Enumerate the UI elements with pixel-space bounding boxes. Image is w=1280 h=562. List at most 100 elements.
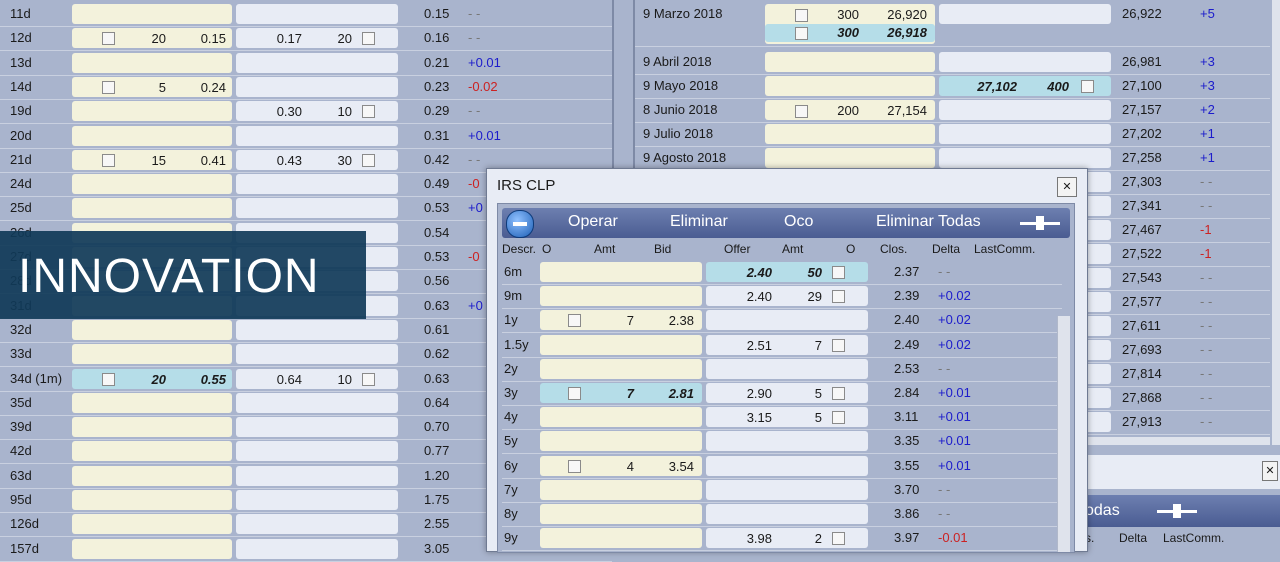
offer-cell[interactable] <box>236 441 398 462</box>
offer-cell[interactable] <box>939 100 1111 120</box>
offer-cell[interactable] <box>706 479 868 500</box>
bid-cell[interactable] <box>540 334 702 355</box>
bid-cell-highlight[interactable]: 300 26,918 <box>765 24 935 42</box>
bid-cell[interactable] <box>72 101 232 122</box>
eliminar-todas-button[interactable]: odas <box>1085 502 1120 520</box>
offer-cell[interactable] <box>236 417 398 438</box>
offer-cell[interactable] <box>706 504 868 524</box>
close-icon[interactable]: ✕ <box>1057 177 1077 197</box>
bid-cell[interactable] <box>540 407 702 428</box>
bid-cell[interactable] <box>72 319 232 340</box>
bid-cell[interactable]: 4 3.54 <box>540 455 702 476</box>
bid-cell[interactable]: 300 26,920 300 26,918 <box>765 4 935 44</box>
eliminar-todas-button[interactable]: Eliminar Todas <box>876 213 981 231</box>
checkbox[interactable] <box>1081 80 1094 93</box>
offer-cell[interactable] <box>939 124 1111 144</box>
bid-cell[interactable] <box>765 52 935 72</box>
offer-cell[interactable] <box>236 174 398 195</box>
offer-cell[interactable]: 0.43 30 <box>236 149 398 170</box>
offer-cell[interactable]: 0.64 10 <box>236 368 398 389</box>
bid-cell[interactable] <box>72 4 232 24</box>
checkbox[interactable] <box>832 532 845 546</box>
checkbox[interactable] <box>832 411 845 425</box>
offer-cell[interactable] <box>236 319 398 340</box>
bid-cell[interactable] <box>540 431 702 452</box>
bid-cell[interactable] <box>72 465 232 486</box>
offer-cell[interactable] <box>236 490 398 510</box>
bid-cell[interactable] <box>72 52 232 73</box>
bid-cell[interactable]: 7 2.38 <box>540 310 702 331</box>
checkbox[interactable] <box>568 387 581 400</box>
checkbox[interactable] <box>102 153 115 167</box>
offer-cell[interactable] <box>236 4 398 24</box>
bid-cell[interactable] <box>72 417 232 438</box>
offer-cell[interactable] <box>236 76 398 97</box>
checkbox[interactable] <box>568 314 581 328</box>
bid-cell[interactable] <box>72 125 232 146</box>
bid-cell[interactable] <box>72 441 232 462</box>
bid-cell[interactable] <box>765 124 935 144</box>
minus-icon[interactable] <box>506 210 534 238</box>
offer-cell[interactable] <box>939 4 1111 24</box>
eliminar-button[interactable]: Eliminar <box>670 213 728 231</box>
offer-cell[interactable] <box>236 198 398 219</box>
oco-button[interactable]: Oco <box>784 213 813 231</box>
bid-cell[interactable]: 20 0.55 <box>72 368 232 389</box>
bid-cell[interactable] <box>540 479 702 500</box>
bid-cell[interactable] <box>72 392 232 413</box>
bid-cell[interactable] <box>540 528 702 549</box>
bid-cell[interactable] <box>72 344 232 365</box>
bid-cell[interactable]: 20 0.15 <box>72 28 232 49</box>
bid-cell[interactable] <box>540 262 702 282</box>
checkbox[interactable] <box>102 80 115 94</box>
checkbox[interactable] <box>568 459 581 473</box>
offer-cell[interactable] <box>706 431 868 452</box>
checkbox[interactable] <box>795 105 808 118</box>
checkbox[interactable] <box>102 372 115 386</box>
bid-cell[interactable] <box>72 490 232 510</box>
offer-cell[interactable] <box>236 392 398 413</box>
checkbox[interactable] <box>795 27 808 40</box>
offer-cell[interactable]: 2.40 29 <box>706 286 868 307</box>
bid-cell[interactable] <box>540 358 702 379</box>
bid-cell[interactable] <box>540 286 702 307</box>
bid-cell[interactable] <box>72 538 232 559</box>
offer-cell[interactable]: 3.15 5 <box>706 407 868 428</box>
vertical-scrollbar[interactable] <box>1057 316 1070 552</box>
close-icon[interactable]: ✕ <box>1262 461 1278 481</box>
vertical-scrollbar[interactable] <box>1272 0 1280 445</box>
offer-cell[interactable] <box>236 52 398 73</box>
slider-icon[interactable] <box>1157 504 1197 518</box>
offer-cell[interactable]: 2.51 7 <box>706 334 868 355</box>
checkbox[interactable] <box>832 338 845 352</box>
operar-button[interactable]: Operar <box>568 213 618 231</box>
offer-cell[interactable] <box>236 125 398 146</box>
bid-cell[interactable] <box>72 174 232 195</box>
offer-cell[interactable] <box>939 148 1111 168</box>
slider-icon[interactable] <box>1020 216 1060 230</box>
checkbox[interactable] <box>832 266 845 279</box>
bid-cell[interactable]: 15 0.41 <box>72 149 232 170</box>
bid-cell[interactable] <box>765 76 935 96</box>
offer-cell[interactable] <box>236 514 398 535</box>
checkbox[interactable] <box>795 9 808 22</box>
bid-cell[interactable] <box>540 504 702 524</box>
offer-cell[interactable] <box>236 538 398 559</box>
checkbox[interactable] <box>832 290 845 304</box>
checkbox[interactable] <box>102 32 115 46</box>
offer-cell[interactable] <box>236 344 398 365</box>
bid-cell[interactable]: 5 0.24 <box>72 76 232 97</box>
checkbox[interactable] <box>362 372 375 386</box>
offer-cell[interactable]: 0.17 20 <box>236 28 398 49</box>
offer-cell[interactable]: 0.30 10 <box>236 101 398 122</box>
bid-cell[interactable] <box>72 198 232 219</box>
checkbox[interactable] <box>832 387 845 400</box>
offer-cell[interactable] <box>706 358 868 379</box>
offer-cell[interactable]: 3.98 2 <box>706 528 868 549</box>
offer-cell[interactable]: 2.40 50 <box>706 262 868 282</box>
offer-cell[interactable] <box>939 52 1111 72</box>
offer-cell[interactable] <box>236 465 398 486</box>
offer-cell[interactable]: 2.90 5 <box>706 383 868 403</box>
bid-cell[interactable]: 7 2.81 <box>540 383 702 403</box>
checkbox[interactable] <box>362 105 375 119</box>
